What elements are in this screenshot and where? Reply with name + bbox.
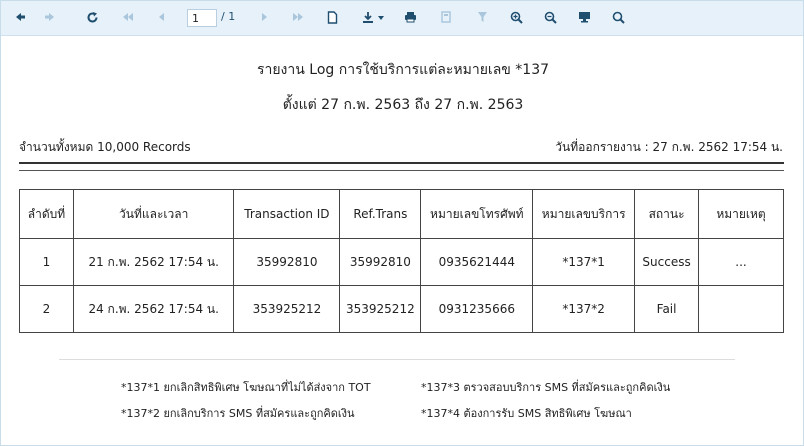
last-page-icon[interactable] [287,6,309,28]
divider-thin [19,170,784,171]
cell-transaction-id: 35992810 [233,238,341,286]
cell-phone: 0935621444 [420,238,534,286]
cell-service-number: *137*2 [532,285,636,333]
divider-thick [19,162,784,164]
issued-date-label: วันที่ออกรายงาน : 27 ก.พ. 2562 17:54 น. [555,140,783,154]
forward-arrow-icon[interactable] [39,6,61,28]
cell-order: 1 [19,238,74,286]
previous-page-icon[interactable] [151,6,173,28]
header-remark: หมายเหตุ [698,189,784,239]
header-ref-trans: Ref.Trans [339,189,422,239]
cell-transaction-id: 353925212 [233,285,341,333]
cell-ref-trans: 35992810 [339,238,422,286]
table-header-row: ลำดับที่ วันที่และเวลา Transaction ID Re… [19,189,784,239]
header-datetime: วันที่และเวลา [72,189,235,239]
note-137-1: *137*1 ยกเลิกสิทธิพิเศษ โฆษณาที่ไม่ได้ส่… [121,381,371,394]
first-page-icon[interactable] [117,6,139,28]
next-page-icon[interactable] [253,6,275,28]
header-transaction-id: Transaction ID [233,189,341,239]
log-table: ลำดับที่ วันที่และเวลา Transaction ID Re… [19,189,784,333]
header-phone: หมายเลขโทรศัพท์ [420,189,534,239]
table-row: 2 24 ก.พ. 2562 17:54 น. 353925212 353925… [19,285,784,333]
zoom-out-icon[interactable] [539,6,561,28]
page-number-input[interactable]: 1 [187,9,217,27]
download-icon[interactable] [359,6,389,28]
filter-icon[interactable] [471,6,493,28]
note-137-4: *137*4 ต้องการรับ SMS สิทธิพิเศษ โฆษณา [421,407,632,420]
cell-ref-trans: 353925212 [339,285,422,333]
zoom-in-icon[interactable] [505,6,527,28]
report-toolbar: 1 / 1 [1,1,803,36]
cell-phone: 0931235666 [420,285,534,333]
cell-remark [698,285,784,333]
monitor-icon[interactable] [573,6,595,28]
header-status: สถานะ [634,189,700,239]
total-records-label: จำนวนทั้งหมด 10,000 Records [19,140,191,154]
table-row: 1 21 ก.พ. 2562 17:54 น. 35992810 3599281… [19,238,784,286]
cell-order: 2 [19,285,74,333]
cell-datetime: 21 ก.พ. 2562 17:54 น. [72,238,235,286]
cell-datetime: 24 ก.พ. 2562 17:54 น. [72,285,235,333]
back-arrow-icon[interactable] [9,6,31,28]
note-137-2: *137*2 ยกเลิกบริการ SMS ที่สมัครและถูกคิ… [121,407,355,420]
cell-remark: ... [698,238,784,286]
note-137-3: *137*3 ตรวจสอบบริการ SMS ที่สมัครและถูกค… [421,381,671,394]
calculator-icon[interactable] [435,6,457,28]
cell-service-number: *137*1 [532,238,636,286]
header-service-number: หมายเลขบริการ [532,189,636,239]
cell-status: Success [634,238,700,286]
cell-status: Fail [634,285,700,333]
page-total-label: / 1 [221,10,236,23]
print-icon[interactable] [399,6,421,28]
report-date-range: ตั้งแต่ 27 ก.พ. 2563 ถึง 27 ก.พ. 2563 [282,97,524,113]
header-order: ลำดับที่ [19,189,74,239]
refresh-icon[interactable] [81,6,103,28]
report-viewer: 1 / 1 รายงาน Log การใช้บริการแต่ละหมายเล… [0,0,804,446]
new-document-icon[interactable] [321,6,343,28]
search-icon[interactable] [607,6,629,28]
report-title: รายงาน Log การใช้บริการแต่ละหมายเลข *137 [256,62,550,78]
notes-divider [59,359,735,360]
